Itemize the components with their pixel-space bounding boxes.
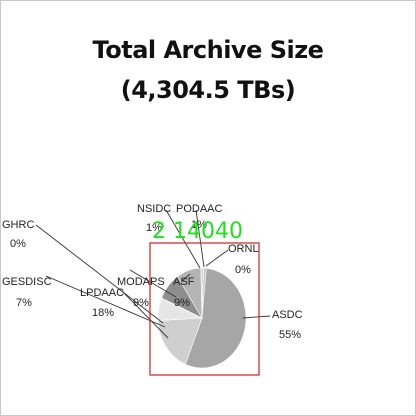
slice-label-modaps: MODAPS [117, 276, 165, 288]
slice-pct-asf: 9% [174, 297, 190, 309]
slice-label-ghrc: GHRC [2, 219, 34, 231]
pie-chart: ASDC 55% LPDAAC 18% GESDISC 7% GHRC 0% MODAPS 9% A… [2, 203, 303, 376]
slice-label-nsidc: NSIDC [137, 203, 171, 215]
leader-line-ornl [205, 249, 229, 267]
pie-slices [157, 267, 247, 369]
slice-label-ornl: ORNL [228, 243, 259, 255]
slice-pct-gesdisc: 7% [16, 297, 32, 309]
slice-label-asdc: ASDC [272, 309, 303, 321]
slice-label-lpdaac: LPDAAC [80, 287, 124, 299]
slice-pct-ghrc: 0% [10, 238, 26, 250]
leader-line-asdc [242, 315, 271, 319]
slice-label-gesdisc: GESDISC [2, 276, 52, 288]
slice-pct-lpdaac: 18% [92, 307, 114, 319]
slice-label-podaac: PODAAC [176, 203, 223, 215]
slice-label-asf: ASF [173, 276, 195, 288]
slice-pct-ornl: 0% [235, 264, 251, 276]
slice-pct-asdc: 55% [279, 329, 301, 341]
slice-pct-modaps: 9% [133, 297, 149, 309]
annotation-text: 2 14040 [152, 219, 243, 244]
